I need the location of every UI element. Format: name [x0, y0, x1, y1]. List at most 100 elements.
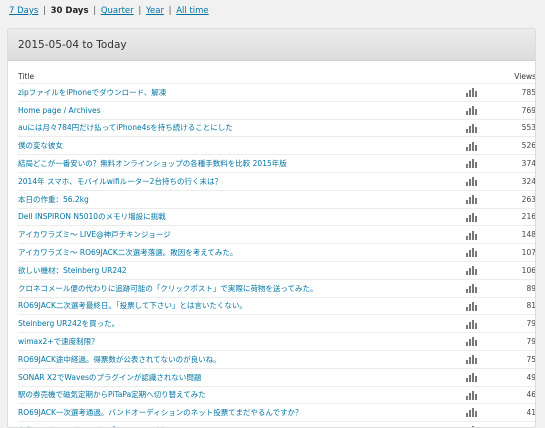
post-title-link[interactable]: クロネコメール便の代わりに追跡可能の「クリックポスト」で実際に荷物を送ってみた。 [18, 284, 317, 293]
views-count: 46 [486, 385, 535, 404]
post-title-cell: 自動マスタリングサービス「LANDR」を試してみた。 [18, 421, 456, 427]
table-row: 駅の券売機で磁気定期からPiTaPa定期へ切り替えてみた 46 [18, 385, 535, 404]
bar-chart-icon[interactable] [465, 390, 477, 400]
table-row: RO69JACK一次選考通過。バンドオーディションのネット投票てまだやるんですか… [18, 403, 535, 422]
post-title-cell: Steinberg UR242を買った。 [18, 314, 456, 333]
views-count: 324 [486, 171, 535, 191]
post-title-link[interactable]: 駅の券売機で磁気定期からPiTaPa定期へ切り替えてみた [18, 390, 206, 399]
views-count: 374 [486, 154, 535, 173]
post-title-link[interactable]: Dell INSPIRON N5010のメモリ増設に挑戦 [18, 212, 166, 221]
bar-chart-icon[interactable] [465, 194, 477, 204]
table-row: アイカワラズミ～ RO69JACK二次選考落選。敗因を考えてみた。 107 [18, 243, 535, 262]
table-row: 僕の変な彼女 526 [18, 136, 535, 155]
nav-separator: | [43, 6, 46, 16]
views-count: 79 [486, 332, 535, 351]
views-count: 49 [486, 367, 535, 387]
table-row: 欲しい機材：Steinberg UR242 106 [18, 260, 535, 280]
chart-cell [456, 154, 486, 173]
range-link-7-days[interactable]: 7 Days [9, 6, 38, 16]
bar-chart-icon[interactable] [465, 319, 477, 329]
table-row: auには月々784円だけ払ってiPhone4sを持ち続けることにした 553 [18, 118, 535, 137]
range-link-year[interactable]: Year [146, 6, 164, 16]
post-title-cell: SONAR X2でWavesのプラグインが認識されない問題 [18, 367, 456, 387]
chart-cell [456, 243, 486, 262]
post-title-cell: auには月々784円だけ払ってiPhone4sを持ち続けることにした [18, 118, 456, 137]
chart-cell [456, 314, 486, 333]
chart-cell [456, 260, 486, 280]
bar-chart-icon[interactable] [465, 337, 477, 347]
table-row: zipファイルをiPhoneでダウンロード、解凍 785 [18, 83, 535, 102]
post-title-cell: 結局どこが一番安いの？無料オンラインショップの各種手数料を比較 2015年版 [18, 154, 456, 173]
bar-chart-icon[interactable] [465, 301, 477, 311]
post-title-cell: 欲しい機材：Steinberg UR242 [18, 260, 456, 280]
chart-cell [456, 332, 486, 351]
post-title-link[interactable]: Home page / Archives [18, 106, 101, 115]
range-link-quarter[interactable]: Quarter [101, 6, 134, 16]
bar-chart-icon[interactable] [465, 372, 477, 382]
table-row: 結局どこが一番安いの？無料オンラインショップの各種手数料を比較 2015年版 37… [18, 154, 535, 173]
bar-chart-icon[interactable] [465, 266, 477, 276]
post-title-link[interactable]: RO69JACK途中経過。得票数が公表されてないのが良いね。 [18, 355, 221, 364]
table-row: 2014年 スマホ、モバイルwifiルーター2台持ちの行く末は？ 324 [18, 171, 535, 191]
post-title-link[interactable]: RO69JACK二次選考最終日。「投票して下さい」とは言いたくない。 [18, 301, 247, 310]
bar-chart-icon[interactable] [465, 177, 477, 187]
post-title-cell: 駅の券売機で磁気定期からPiTaPa定期へ切り替えてみた [18, 385, 456, 404]
range-nav: 7 Days | 30 Days | Quarter | Year | All … [9, 6, 209, 16]
post-title-link[interactable]: 2014年 スマホ、モバイルwifiルーター2台持ちの行く末は？ [18, 177, 222, 186]
chart-cell [456, 171, 486, 191]
stats-panel: 2015-05-04 to Today Title Views zipファイルを… [7, 28, 536, 428]
post-title-cell: Dell INSPIRON N5010のメモリ増設に挑戦 [18, 207, 456, 226]
post-title-cell: アイカワラズミ～ LIVE@神戸チキンジョージ [18, 225, 456, 244]
chart-cell [456, 349, 486, 369]
post-title-cell: 本日の作重：56.2kg [18, 189, 456, 209]
range-link-all-time[interactable]: All time [176, 6, 208, 16]
post-title-link[interactable]: 欲しい機材：Steinberg UR242 [18, 266, 127, 275]
chart-cell [456, 189, 486, 209]
views-count: 81 [486, 296, 535, 315]
views-count: 75 [486, 349, 535, 369]
bar-chart-icon[interactable] [465, 248, 477, 258]
post-title-cell: アイカワラズミ～ RO69JACK二次選考落選。敗因を考えてみた。 [18, 243, 456, 262]
post-title-link[interactable]: アイカワラズミ～ LIVE@神戸チキンジョージ [18, 230, 171, 239]
column-title-header: Title [18, 72, 35, 81]
table-row: Home page / Archives 769 [18, 100, 535, 120]
post-title-cell: RO69JACK一次選考通過。バンドオーディションのネット投票てまだやるんですか… [18, 403, 456, 422]
post-title-link[interactable]: wimax2+で速度制限？ [18, 337, 99, 346]
post-title-link[interactable]: SONAR X2でWavesのプラグインが認識されない問題 [18, 373, 201, 382]
post-title-link[interactable]: アイカワラズミ～ RO69JACK二次選考落選。敗因を考えてみた。 [18, 248, 237, 257]
chart-cell [456, 136, 486, 155]
table-row: Steinberg UR242を買った。 79 [18, 314, 535, 333]
post-title-link[interactable]: 僕の変な彼女 [18, 141, 63, 150]
post-title-cell: 2014年 スマホ、モバイルwifiルーター2台持ちの行く末は？ [18, 171, 456, 191]
post-title-link[interactable]: 結局どこが一番安いの？無料オンラインショップの各種手数料を比較 2015年版 [18, 159, 287, 168]
bar-chart-icon[interactable] [465, 105, 477, 115]
bar-chart-icon[interactable] [465, 141, 477, 151]
bar-chart-icon[interactable] [465, 212, 477, 222]
panel-title: 2015-05-04 to Today [8, 29, 535, 61]
bar-chart-icon[interactable] [465, 355, 477, 365]
chart-cell [456, 278, 486, 298]
post-title-link[interactable]: Steinberg UR242を買った。 [18, 319, 119, 328]
post-title-link[interactable]: auには月々784円だけ払ってiPhone4sを持ち続けることにした [18, 123, 233, 132]
table-row: 自動マスタリングサービス「LANDR」を試してみた。 40 [18, 421, 535, 427]
views-count: 263 [486, 189, 535, 209]
views-count: 107 [486, 243, 535, 262]
nav-separator: | [138, 6, 142, 16]
post-title-link[interactable]: zipファイルをiPhoneでダウンロード、解凍 [18, 88, 166, 97]
chart-cell [456, 403, 486, 422]
post-title-link[interactable]: 本日の作重：56.2kg [18, 195, 89, 204]
nav-separator: | [93, 6, 97, 16]
bar-chart-icon[interactable] [465, 159, 477, 169]
bar-chart-icon[interactable] [465, 123, 477, 133]
bar-chart-icon[interactable] [465, 230, 477, 240]
views-count: 89 [486, 278, 535, 298]
bar-chart-icon[interactable] [465, 88, 477, 98]
column-views-header: Views [514, 72, 536, 81]
bar-chart-icon[interactable] [465, 283, 477, 293]
chart-cell [456, 100, 486, 120]
views-count: 526 [486, 136, 535, 155]
nav-separator: | [168, 6, 172, 16]
table-header-row: Title Views [18, 70, 536, 84]
post-title-cell: クロネコメール便の代わりに追跡可能の「クリックポスト」で実際に荷物を送ってみた。 [18, 278, 456, 298]
views-count: 79 [486, 314, 535, 333]
